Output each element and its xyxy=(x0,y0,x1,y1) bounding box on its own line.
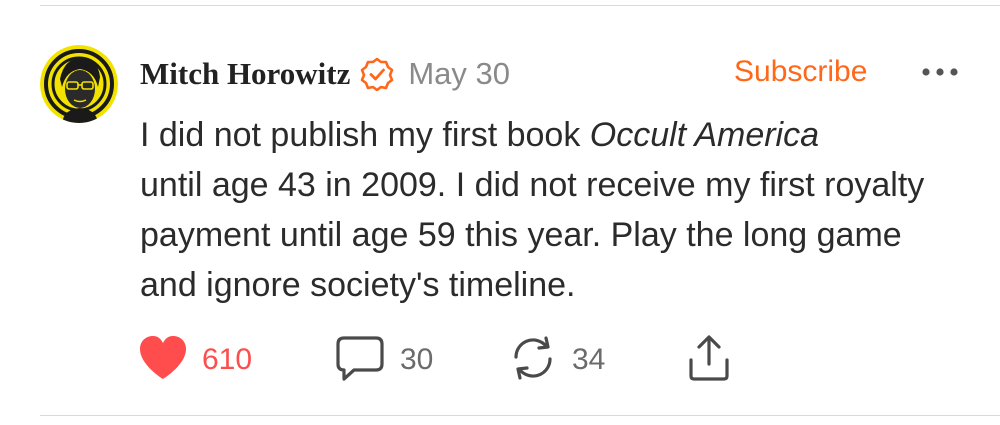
top-divider xyxy=(40,5,1000,6)
comment-button[interactable]: 30 xyxy=(334,332,433,388)
avatar-image xyxy=(40,45,118,123)
share-button[interactable] xyxy=(686,332,732,388)
comment-count: 30 xyxy=(400,343,434,376)
heart-icon xyxy=(138,335,188,386)
verified-check-icon xyxy=(360,57,394,92)
post-body: I did not publish my first book Occult A… xyxy=(140,110,960,310)
book-title: Occult America xyxy=(589,116,820,154)
bottom-divider xyxy=(40,415,1000,416)
like-count: 610 xyxy=(202,343,253,376)
restack-arrows-icon xyxy=(508,335,558,386)
author-name[interactable]: Mitch Horowitz xyxy=(140,56,350,92)
post-header: Mitch Horowitz May 30 xyxy=(140,52,510,96)
subscribe-button[interactable]: Subscribe xyxy=(734,55,867,89)
post-date[interactable]: May 30 xyxy=(408,56,510,92)
more-dots-icon[interactable] xyxy=(918,64,962,80)
share-upload-icon xyxy=(686,334,732,387)
post-body-text-start: I did not publish my first book xyxy=(140,116,590,154)
avatar[interactable] xyxy=(40,45,118,123)
post-actions: 610 30 34 xyxy=(138,332,758,388)
comment-bubble-icon xyxy=(334,334,386,387)
like-button[interactable]: 610 xyxy=(138,332,252,388)
post-body-text-rest: until age 43 in 2009. I did not receive … xyxy=(140,166,925,304)
restack-button[interactable]: 34 xyxy=(508,332,605,388)
restack-count: 34 xyxy=(572,343,606,376)
